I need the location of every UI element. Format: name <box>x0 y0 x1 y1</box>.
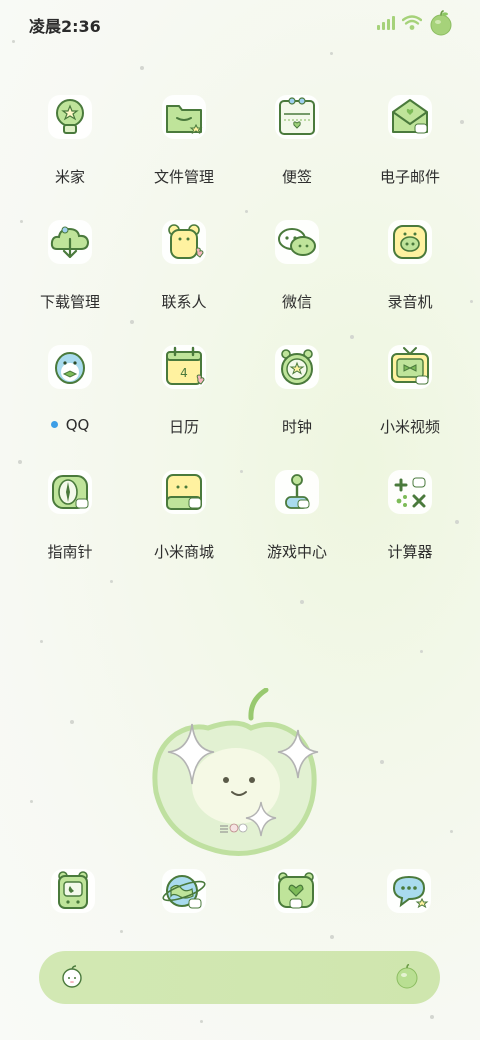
app-label: 计算器 <box>387 543 433 561</box>
app-label: 日历 <box>168 418 199 436</box>
lightbulb-icon <box>48 95 92 139</box>
app-label: 录音机 <box>387 293 433 311</box>
app-label-text: QQ <box>65 416 90 434</box>
notification-dot <box>50 421 58 428</box>
app-mi-video[interactable]: 小米视频 <box>354 342 466 442</box>
app-calendar[interactable]: 4 日历 <box>128 342 240 442</box>
messages-bubble-icon[interactable] <box>384 866 434 916</box>
browser-globe-icon[interactable] <box>159 866 209 916</box>
app-contacts[interactable]: 联系人 <box>128 217 240 317</box>
recorder-icon <box>388 220 432 264</box>
app-label: 指南针 <box>47 543 93 561</box>
status-time: 凌晨2:36 <box>29 17 101 36</box>
tv-icon <box>388 345 432 389</box>
gallery-heart-icon[interactable] <box>271 866 321 916</box>
app-label: 游戏中心 <box>266 543 327 561</box>
note-icon <box>275 95 319 139</box>
app-label: QQ <box>14 416 126 434</box>
app-label: 米家 <box>54 168 85 186</box>
penguin-icon <box>48 345 92 389</box>
folder-icon <box>162 95 206 139</box>
download-cloud-icon <box>48 220 92 264</box>
apple-assistant-icon[interactable] <box>394 964 420 990</box>
app-notes[interactable]: 便签 <box>241 92 353 192</box>
app-label: 小米视频 <box>379 418 440 436</box>
app-file-manager[interactable]: 文件管理 <box>128 92 240 192</box>
green-apple-sparkle-icon[interactable] <box>148 688 323 860</box>
app-label: 电子邮件 <box>379 168 440 186</box>
search-bar[interactable] <box>39 951 440 1004</box>
search-apple-icon[interactable] <box>59 964 85 990</box>
status-bar: 凌晨2:36 <box>0 0 480 44</box>
signal-bars-icon <box>377 16 395 30</box>
phone-icon[interactable] <box>48 866 98 916</box>
contacts-bear-icon <box>162 220 206 264</box>
calendar-day: 4 <box>180 366 188 380</box>
calculator-icon <box>388 470 432 514</box>
app-calculator[interactable]: 计算器 <box>354 467 466 567</box>
app-mi-store[interactable]: 小米商城 <box>128 467 240 567</box>
alarm-clock-icon <box>275 345 319 389</box>
shopping-bag-icon <box>162 470 206 514</box>
wifi-icon <box>402 15 422 30</box>
joystick-icon <box>275 470 319 514</box>
calendar-icon: 4 <box>162 345 206 389</box>
app-wechat[interactable]: 微信 <box>241 217 353 317</box>
app-compass[interactable]: 指南针 <box>14 467 126 567</box>
app-email[interactable]: 电子邮件 <box>354 92 466 192</box>
app-recorder[interactable]: 录音机 <box>354 217 466 317</box>
compass-icon <box>48 470 92 514</box>
status-icons <box>376 10 454 36</box>
apple-battery-icon <box>430 10 452 36</box>
app-download-manager[interactable]: 下载管理 <box>14 217 126 317</box>
app-label: 时钟 <box>281 418 312 436</box>
app-clock[interactable]: 时钟 <box>241 342 353 442</box>
app-label: 小米商城 <box>153 543 214 561</box>
app-label: 微信 <box>281 293 312 311</box>
app-game-center[interactable]: 游戏中心 <box>241 467 353 567</box>
envelope-icon <box>388 95 432 139</box>
chat-bubbles-icon <box>275 220 319 264</box>
app-label: 文件管理 <box>153 168 214 186</box>
app-mijia[interactable]: 米家 <box>14 92 126 192</box>
app-qq[interactable]: QQ <box>14 342 126 442</box>
dock <box>0 862 480 922</box>
app-label: 便签 <box>281 168 312 186</box>
app-label: 联系人 <box>161 293 207 311</box>
app-label: 下载管理 <box>39 293 100 311</box>
